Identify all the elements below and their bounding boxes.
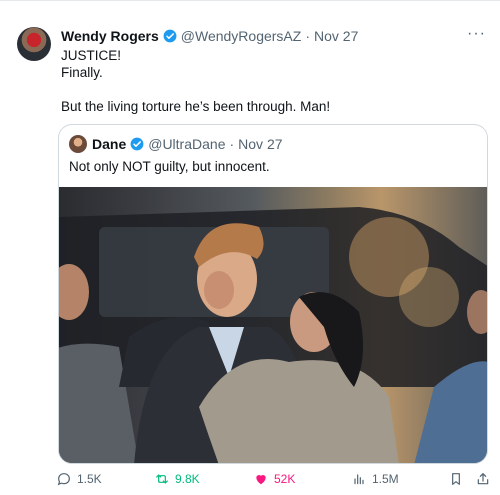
views-count: 1.5M bbox=[372, 472, 399, 486]
author-name[interactable]: Wendy Rogers bbox=[61, 28, 159, 44]
tweet-text: JUSTICE! Finally. But the living torture… bbox=[61, 47, 481, 115]
reply-button[interactable]: 1.5K bbox=[56, 471, 102, 487]
tweet-header: Wendy Rogers @WendyRogersAZ · Nov 27 bbox=[61, 27, 358, 45]
quoted-author-avatar[interactable] bbox=[69, 135, 87, 153]
tweet-text-line: JUSTICE! bbox=[61, 48, 122, 63]
more-options-icon[interactable]: ··· bbox=[467, 25, 486, 43]
share-icon bbox=[477, 473, 489, 485]
repost-count: 9.8K bbox=[175, 472, 200, 486]
quoted-tweet[interactable]: Dane @UltraDane · Nov 27 Not only NOT gu… bbox=[58, 124, 488, 464]
reply-icon bbox=[57, 473, 70, 486]
quoted-header-separator: · bbox=[229, 136, 235, 152]
quoted-tweet-photo[interactable] bbox=[59, 187, 487, 463]
tweet-text-line: But the living torture he’s been through… bbox=[61, 99, 331, 114]
author-handle[interactable]: @WendyRogersAZ bbox=[181, 28, 302, 44]
verified-badge-icon bbox=[130, 137, 144, 151]
views-chart-icon bbox=[354, 474, 364, 485]
tweet-date[interactable]: Nov 27 bbox=[314, 28, 358, 44]
repost-button[interactable]: 9.8K bbox=[154, 471, 200, 487]
quoted-tweet-text: Not only NOT guilty, but innocent. bbox=[69, 159, 270, 174]
quoted-tweet-header: Dane @UltraDane · Nov 27 bbox=[69, 135, 283, 153]
header-separator: · bbox=[305, 28, 310, 44]
bookmark-button[interactable] bbox=[448, 471, 469, 487]
tweet-card[interactable]: Wendy Rogers @WendyRogersAZ · Nov 27 ···… bbox=[0, 0, 500, 495]
bookmark-icon bbox=[452, 473, 460, 485]
repost-icon bbox=[156, 474, 168, 484]
photo-illustration bbox=[59, 207, 487, 463]
like-count: 52K bbox=[274, 472, 296, 486]
views-button[interactable]: 1.5M bbox=[351, 471, 399, 487]
tweet-actions-bar: 1.5K 9.8K 52K 1.5M bbox=[56, 471, 496, 491]
share-button[interactable] bbox=[475, 471, 496, 487]
quoted-author-name[interactable]: Dane bbox=[92, 136, 126, 152]
heart-icon bbox=[256, 475, 266, 485]
verified-badge-icon bbox=[163, 29, 177, 43]
quoted-author-handle[interactable]: @UltraDane bbox=[148, 136, 225, 152]
reply-count: 1.5K bbox=[77, 472, 102, 486]
tweet-text-line: Finally. bbox=[61, 65, 103, 80]
author-avatar[interactable] bbox=[17, 27, 51, 61]
like-button[interactable]: 52K bbox=[253, 471, 295, 487]
quoted-tweet-date[interactable]: Nov 27 bbox=[238, 136, 282, 152]
